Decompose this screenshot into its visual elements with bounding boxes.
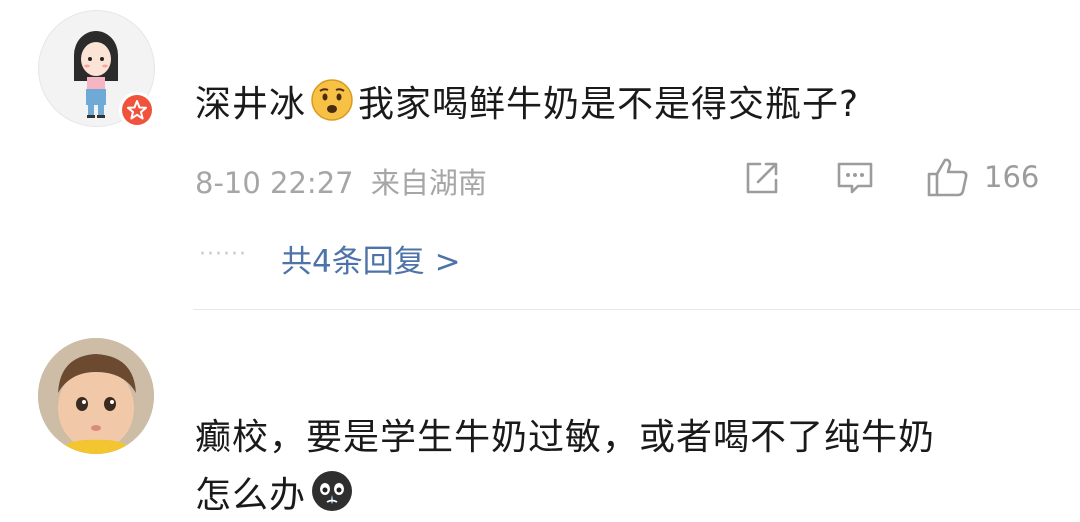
timestamp: 8-10 22:27 — [195, 166, 354, 200]
toddler-avatar-photo — [38, 338, 154, 454]
worried-face-emoji — [310, 78, 354, 131]
reply-button[interactable] — [836, 160, 874, 200]
share-button[interactable] — [744, 160, 780, 200]
comment-text-1: 深井冰 我家喝鲜牛奶是不是得交瓶子? — [195, 75, 859, 131]
user-avatar-2[interactable] — [38, 338, 154, 454]
comment-username-text: 深井冰 — [195, 84, 307, 125]
replies-dots: ······ — [199, 242, 247, 267]
like-button[interactable] — [926, 156, 970, 202]
vip-badge — [119, 92, 155, 128]
thumbs-up-icon — [927, 158, 968, 197]
comment-body-text: 我家喝鲜牛奶是不是得交瓶子? — [358, 84, 860, 125]
star-icon — [127, 100, 147, 120]
location: 来自湖南 — [370, 166, 487, 200]
view-replies-link[interactable]: 共4条回复 > — [281, 236, 461, 281]
share-icon — [746, 162, 778, 194]
like-count: 166 — [984, 160, 1040, 194]
crying-face-emoji — [310, 469, 354, 522]
comment-divider — [193, 309, 1080, 310]
comment-text-2-line-2: 怎么办 — [195, 466, 358, 522]
comment-icon — [837, 162, 873, 194]
comment-meta-1: 8-10 22:27 来自湖南 — [195, 160, 487, 202]
comment-text-2-line-2-text: 怎么办 — [195, 475, 307, 516]
comment-text-2-line-1: 癫校，要是学生牛奶过敏，或者喝不了纯牛奶 — [195, 417, 936, 458]
